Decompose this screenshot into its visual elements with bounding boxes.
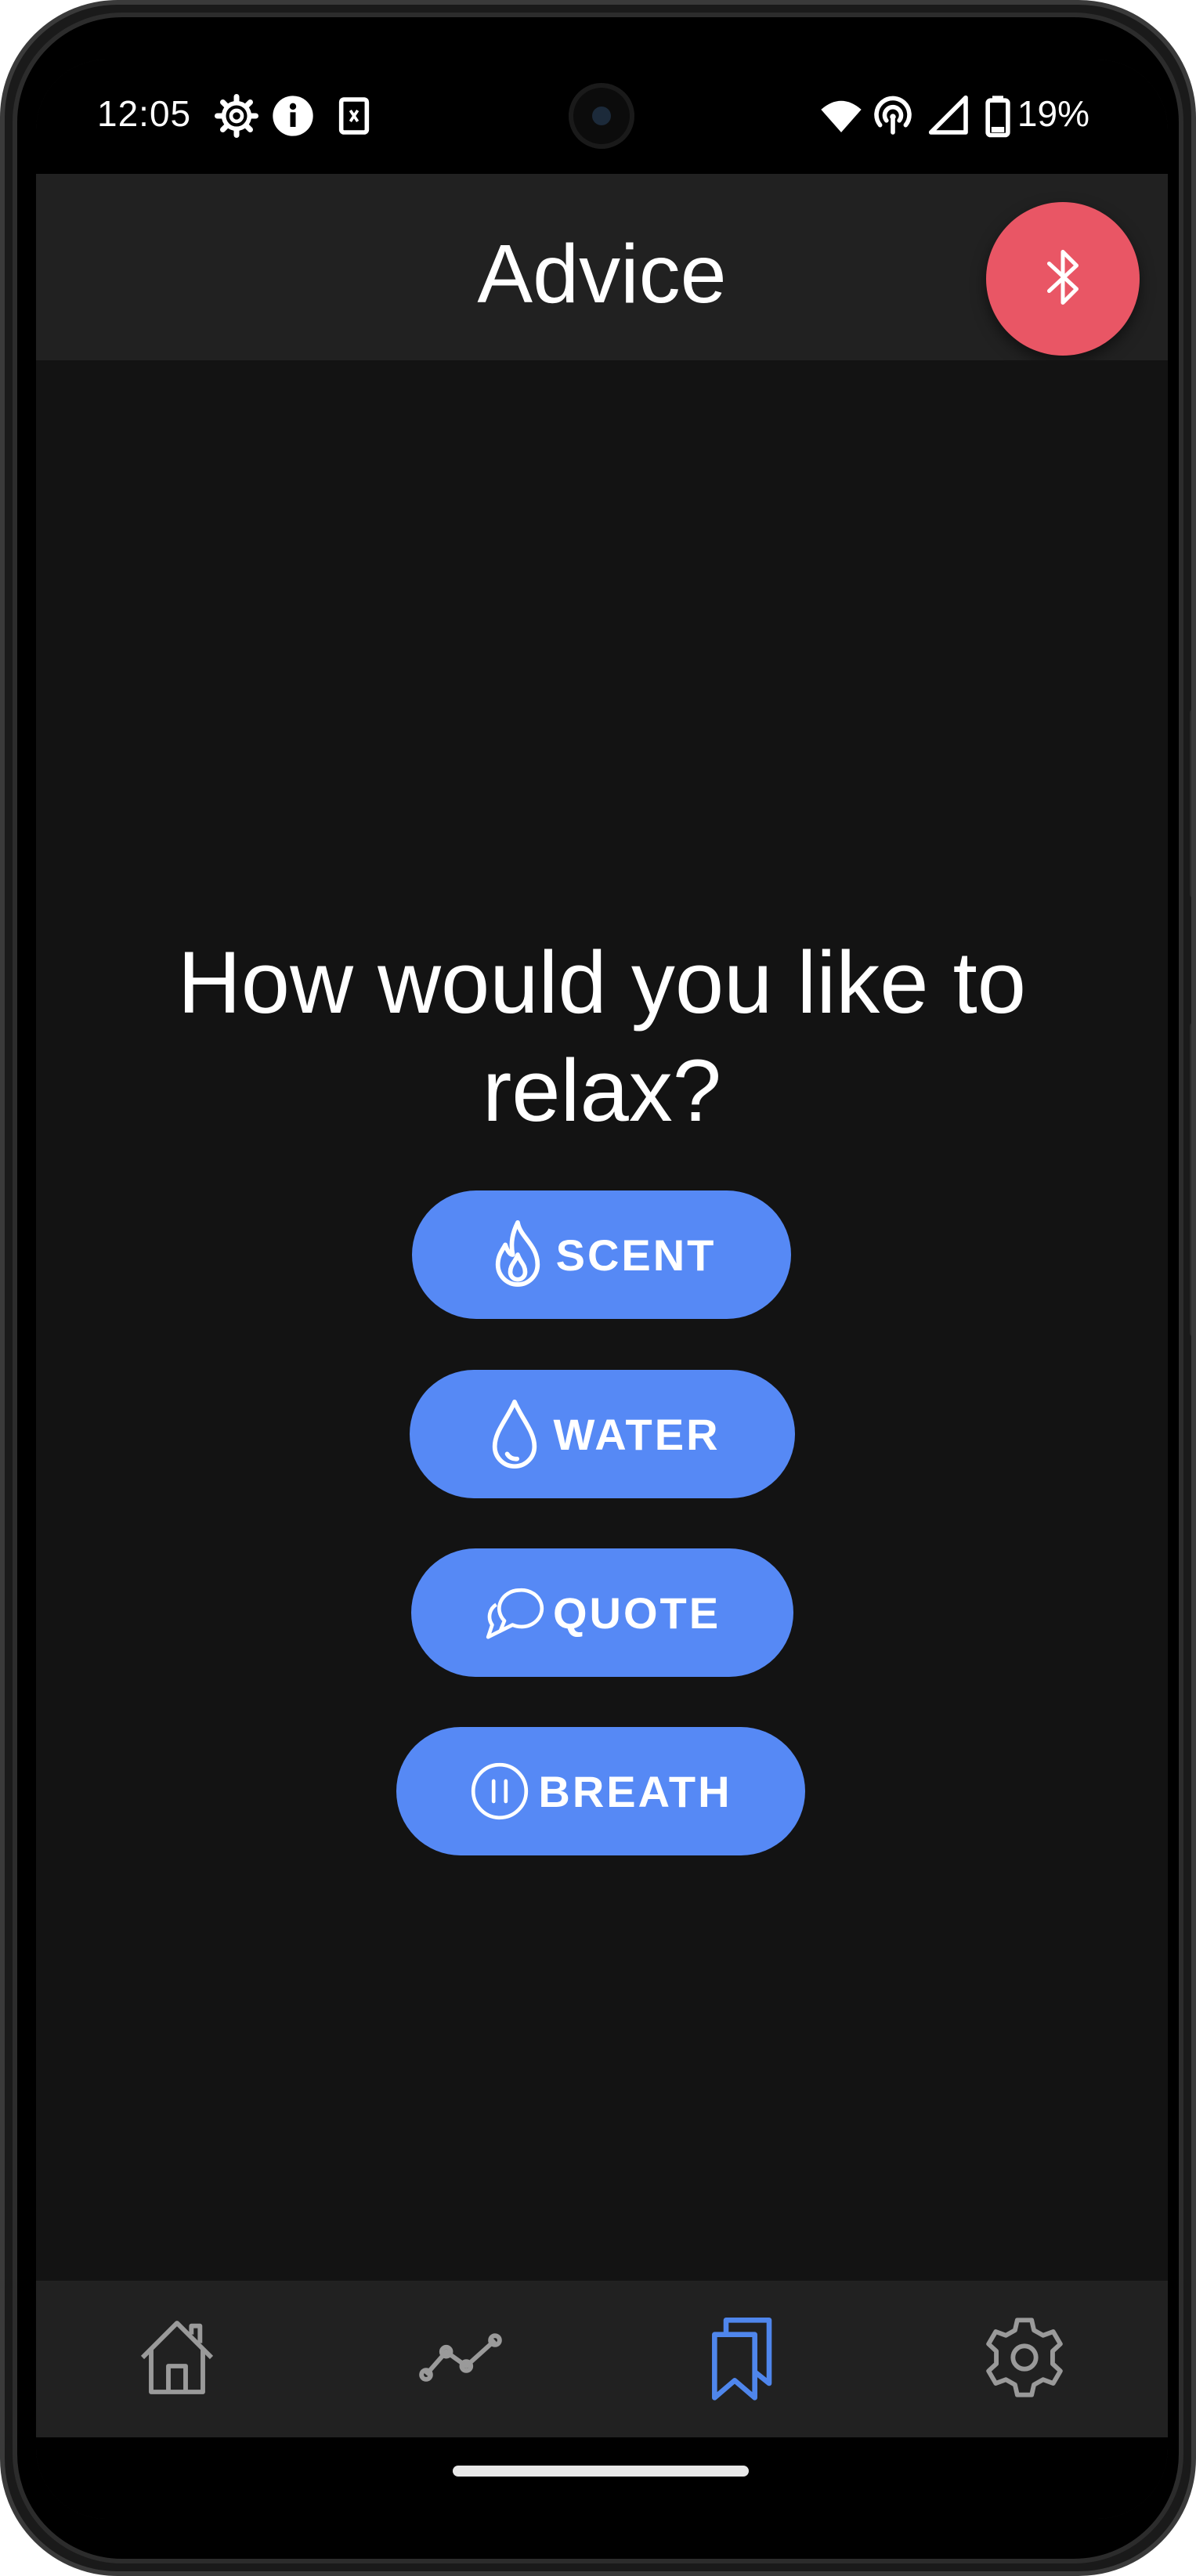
settings-gear-icon: [981, 2314, 1068, 2404]
bookmarks-icon: [700, 2310, 786, 2408]
screen: 12:05 19% Advice How would you like to r…: [36, 60, 1168, 2519]
relax-question: How would you like to relax?: [177, 934, 1027, 1140]
status-bar: 12:05 19%: [36, 60, 1168, 174]
bottom-navigation: [36, 2281, 1168, 2437]
nav-trends[interactable]: [414, 2312, 508, 2406]
main-content: How would you like to relax? SCENT WATER…: [36, 360, 1168, 2281]
water-label: WATER: [553, 1409, 721, 1459]
breath-button[interactable]: BREATH: [396, 1727, 805, 1855]
bluetooth-button[interactable]: [986, 202, 1140, 356]
battery-percent: 19%: [1017, 93, 1089, 134]
sim-icon: [332, 94, 376, 138]
gesture-area: [36, 2437, 1168, 2519]
status-time: 12:05: [97, 93, 192, 134]
pause-circle-icon: [469, 1754, 530, 1829]
nav-settings[interactable]: [977, 2312, 1071, 2406]
chat-bubbles-icon: [484, 1575, 545, 1650]
nav-home[interactable]: [130, 2312, 224, 2406]
gear-icon: [215, 94, 258, 138]
wifi-icon: [819, 94, 863, 138]
app-bar: Advice: [36, 174, 1168, 360]
volume-button: [1190, 710, 1191, 898]
quote-label: QUOTE: [552, 1588, 721, 1638]
cell-signal-icon: [927, 94, 971, 138]
breath-label: BREATH: [538, 1766, 732, 1816]
nav-advice[interactable]: [696, 2312, 790, 2406]
quote-button[interactable]: QUOTE: [411, 1548, 793, 1677]
hotspot-icon: [871, 94, 915, 138]
scent-button[interactable]: SCENT: [412, 1190, 791, 1319]
battery-icon: [976, 94, 1020, 138]
power-button: [1190, 1023, 1191, 1336]
water-button[interactable]: WATER: [410, 1370, 795, 1498]
phone-frame: 12:05 19% Advice How would you like to r…: [0, 0, 1196, 2576]
info-icon: [271, 94, 315, 138]
flame-icon: [487, 1217, 548, 1292]
home-icon: [134, 2314, 220, 2404]
trend-chart-icon: [417, 2314, 504, 2404]
bluetooth-icon: [1038, 246, 1088, 313]
front-camera: [569, 83, 634, 149]
home-gesture-bar[interactable]: [453, 2466, 749, 2477]
water-drop-icon: [484, 1396, 545, 1472]
scent-label: SCENT: [555, 1230, 717, 1280]
